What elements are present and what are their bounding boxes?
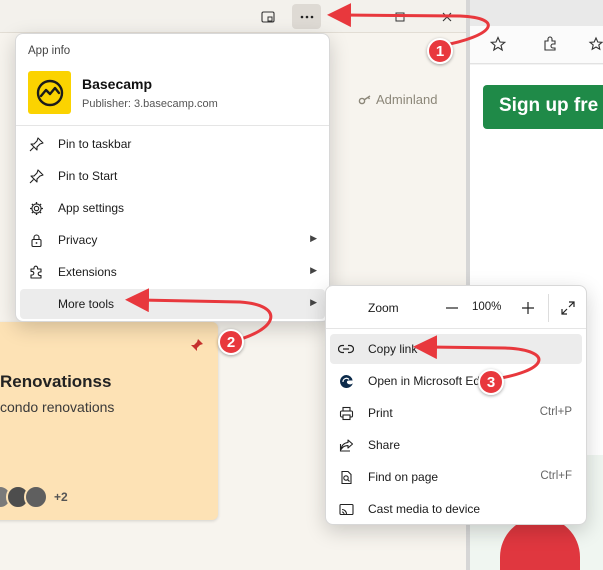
pin-icon [28, 168, 44, 184]
key-icon [358, 94, 371, 104]
step-badge-2: 2 [218, 329, 244, 355]
menu-item-label: Open in Microsoft Ed [368, 374, 481, 388]
menu-item-privacy[interactable]: Privacy ▶ [20, 225, 325, 255]
project-members[interactable]: +2 [0, 485, 68, 509]
menu-item-label: Extensions [58, 265, 117, 279]
zoom-divider [548, 294, 549, 322]
menu-item-label: Find on page [368, 470, 439, 484]
fullscreen-button[interactable] [556, 296, 580, 320]
menu-item-cast-media[interactable]: Cast media to device [330, 494, 582, 524]
zoom-level: 100% [472, 301, 502, 313]
settings-and-more-button[interactable] [292, 4, 321, 29]
menu-item-label: Cast media to device [368, 502, 481, 516]
maximize-icon [395, 12, 404, 21]
menu-divider [16, 125, 329, 126]
favorite-star-icon[interactable] [490, 36, 506, 52]
step-badge-1: 1 [427, 38, 453, 64]
pinned-icon [191, 339, 203, 351]
project-card[interactable]: Renovationss condo renovations +2 [0, 322, 218, 520]
menu-item-extensions[interactable]: Extensions ▶ [20, 257, 325, 287]
shortcut-label: Ctrl+F [540, 470, 572, 482]
close-icon [442, 12, 451, 21]
browser-tab-strip [470, 0, 603, 26]
avatar [24, 485, 48, 509]
signup-button[interactable]: Sign up fre [483, 85, 603, 129]
link-icon [338, 341, 354, 357]
app-window-icon [260, 10, 275, 23]
menu-item-app-settings[interactable]: App settings [20, 193, 325, 223]
basecamp-logo-icon [28, 71, 71, 114]
app-settings-menu: App info Basecamp Publisher: 3.basecamp.… [15, 33, 330, 322]
menu-item-share[interactable]: Share [330, 430, 582, 460]
app-window-icon-button[interactable] [253, 4, 282, 29]
close-button[interactable] [432, 4, 461, 29]
favorites-icon[interactable] [588, 36, 603, 52]
more-dots-icon [300, 15, 313, 18]
zoom-control: Zoom 100% [330, 292, 582, 324]
minus-icon [446, 307, 458, 309]
puzzle-icon [28, 264, 44, 280]
printer-icon [338, 405, 354, 421]
share-icon [338, 437, 354, 453]
pin-icon [28, 136, 44, 152]
menu-item-label: Pin to Start [58, 169, 118, 183]
menu-item-copy-link[interactable]: Copy link [330, 334, 582, 364]
menu-item-label: Pin to taskbar [58, 137, 132, 151]
app-publisher: Publisher: 3.basecamp.com [82, 98, 218, 110]
menu-divider [326, 328, 586, 329]
expand-icon [561, 301, 575, 315]
app-name: Basecamp [82, 76, 153, 92]
lock-icon [28, 232, 44, 248]
menu-item-label: Copy link [368, 342, 418, 356]
more-tools-submenu: Zoom 100% Copy link Open in Microsoft Ed… [325, 285, 587, 525]
zoom-label: Zoom [368, 301, 399, 315]
menu-item-label: Print [368, 406, 393, 420]
extra-members-count: +2 [54, 490, 68, 504]
plus-icon [522, 302, 534, 314]
app-info-heading: App info [28, 45, 71, 57]
project-description: condo renovations [0, 399, 115, 415]
menu-item-more-tools[interactable]: More tools ▶ [20, 289, 325, 319]
menu-item-label: App settings [58, 201, 125, 215]
zoom-out-button[interactable] [440, 296, 464, 320]
maximize-button[interactable] [385, 4, 414, 29]
menu-item-open-in-edge[interactable]: Open in Microsoft Ed [330, 366, 582, 396]
adminland-label: Adminland [376, 92, 438, 107]
cast-icon [338, 501, 354, 517]
submenu-arrow-icon: ▶ [310, 265, 317, 275]
extensions-icon[interactable] [542, 36, 558, 52]
menu-item-print[interactable]: Print Ctrl+P [330, 398, 582, 428]
menu-item-pin-to-taskbar[interactable]: Pin to taskbar [20, 129, 325, 159]
submenu-arrow-icon: ▶ [310, 233, 317, 243]
app-title-bar [0, 0, 466, 33]
menu-item-label: Privacy [58, 233, 98, 247]
menu-item-label: Share [368, 438, 401, 452]
browser-toolbar [470, 26, 603, 64]
menu-item-label: More tools [58, 297, 115, 311]
shortcut-label: Ctrl+P [539, 406, 572, 418]
gear-icon [28, 200, 44, 216]
zoom-in-button[interactable] [516, 296, 540, 320]
adminland-link[interactable]: Adminland [358, 92, 437, 107]
project-title: Renovationss [0, 372, 112, 391]
find-icon [338, 469, 354, 485]
step-badge-3: 3 [478, 369, 504, 395]
edge-icon [338, 373, 354, 389]
menu-item-pin-to-start[interactable]: Pin to Start [20, 161, 325, 191]
submenu-arrow-icon: ▶ [310, 297, 317, 307]
menu-item-find-on-page[interactable]: Find on page Ctrl+F [330, 462, 582, 492]
